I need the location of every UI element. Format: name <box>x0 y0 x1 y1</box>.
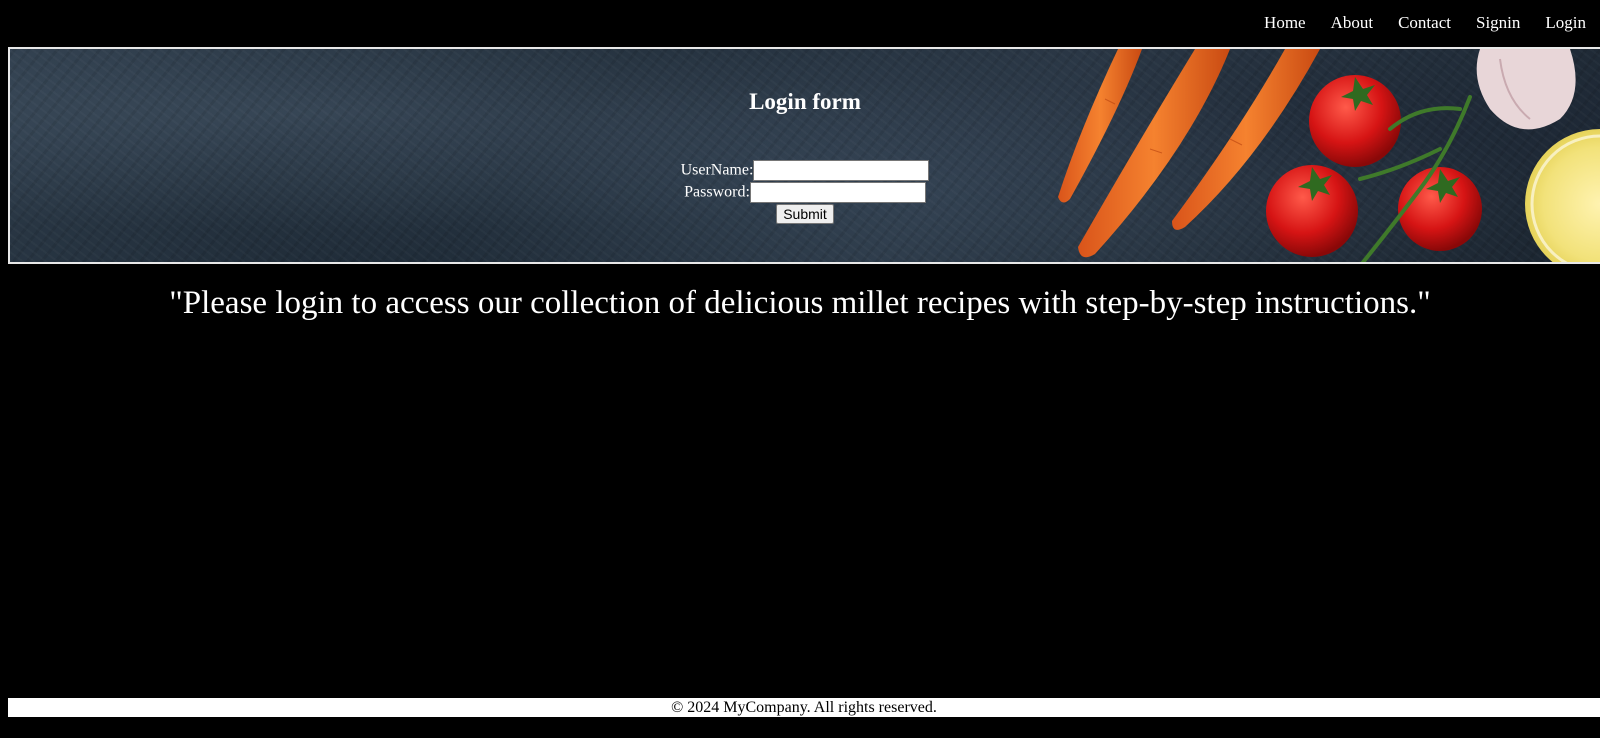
username-row: UserName: <box>10 160 1600 181</box>
login-prompt-quote: "Please login to access our collection o… <box>169 285 1431 321</box>
footer: © 2024 MyCompany. All rights reserved. <box>8 698 1600 717</box>
login-banner: Login form UserName: Password: Submit <box>8 47 1600 264</box>
nav-login-link[interactable]: Login <box>1545 13 1586 33</box>
page: Home About Contact Signin Login Login fo… <box>0 0 1600 738</box>
login-form-title: Login form <box>749 89 861 114</box>
username-input[interactable] <box>753 160 930 181</box>
vegetables-image <box>1058 49 1600 262</box>
password-label: Password: <box>684 183 750 201</box>
nav-signin-link[interactable]: Signin <box>1476 13 1520 33</box>
submit-button[interactable]: Submit <box>776 204 834 224</box>
nav-about-link[interactable]: About <box>1331 13 1374 33</box>
nav-contact-link[interactable]: Contact <box>1398 13 1451 33</box>
top-navigation: Home About Contact Signin Login <box>1239 0 1600 46</box>
nav-home-link[interactable]: Home <box>1264 13 1306 33</box>
submit-row: Submit <box>10 204 1600 224</box>
password-input[interactable] <box>749 182 926 203</box>
username-label: UserName: <box>680 161 754 179</box>
copyright-text: © 2024 MyCompany. All rights reserved. <box>671 699 937 716</box>
password-row: Password: <box>10 182 1600 203</box>
